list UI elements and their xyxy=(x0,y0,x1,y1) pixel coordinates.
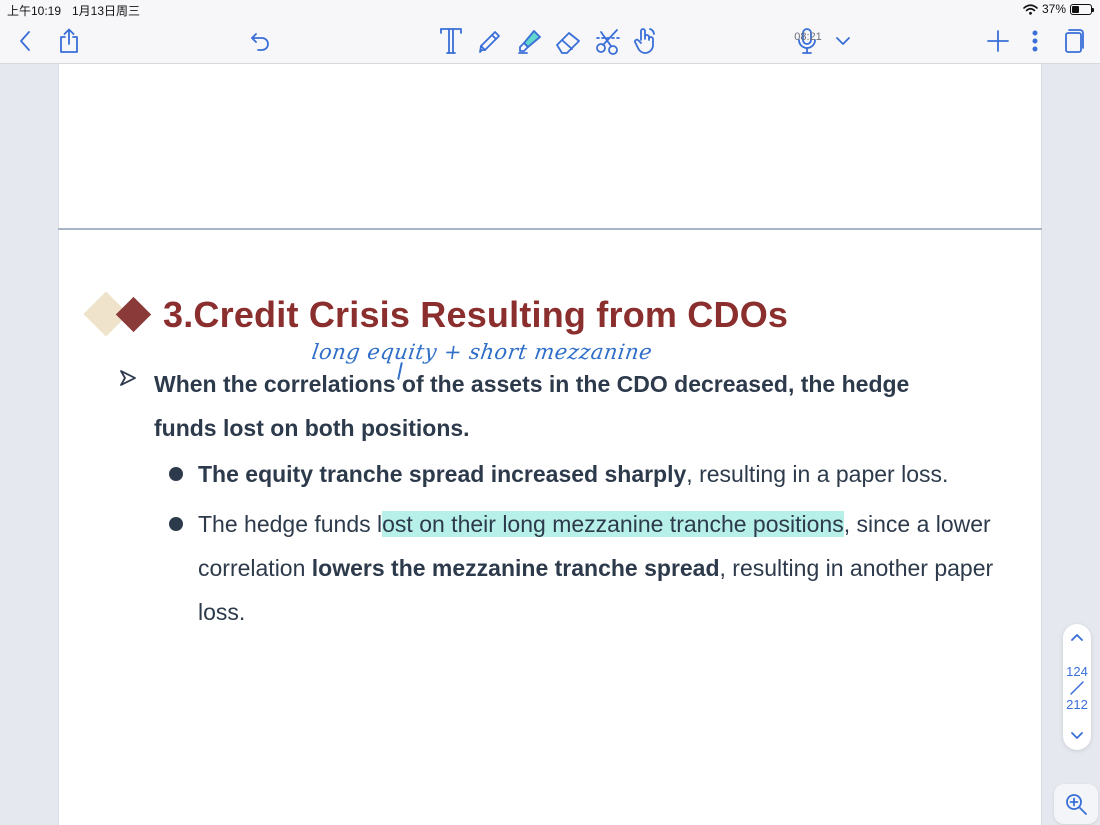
eraser-icon xyxy=(556,32,580,54)
share-icon xyxy=(60,28,78,53)
chevron-up-icon xyxy=(1071,634,1083,641)
text-tool-button[interactable] xyxy=(433,23,469,59)
highlighter-icon xyxy=(518,30,541,54)
total-pages-number: 212 xyxy=(1066,697,1088,712)
more-button[interactable] xyxy=(1017,23,1053,59)
main-bullet-text: When the correlations of the assets in t… xyxy=(154,371,910,441)
round-bullet-icon xyxy=(169,517,183,531)
sub-bullet-2-prefix: The hedge funds l xyxy=(198,511,383,537)
back-chevron-icon xyxy=(20,31,30,51)
battery-icon xyxy=(1070,3,1094,15)
lasso-tool-button[interactable] xyxy=(590,23,626,59)
toolbar: 08:21 xyxy=(0,18,1100,64)
current-page-number[interactable]: 124 xyxy=(1063,664,1091,679)
sub-bullet-1: The equity tranche spread increased shar… xyxy=(198,452,998,496)
text-tool-icon xyxy=(440,28,462,54)
arrow-bullet-icon xyxy=(120,370,136,386)
pen-tool-button[interactable] xyxy=(472,23,508,59)
page-view-icon xyxy=(1065,29,1084,53)
sub-bullet-1-rest: , resulting in a paper loss. xyxy=(686,461,949,487)
highlighted-text[interactable]: ost on their long mezzanine tranche posi… xyxy=(382,511,844,537)
pointer-tool-button[interactable] xyxy=(627,23,663,59)
back-button[interactable] xyxy=(8,23,44,59)
more-vertical-icon xyxy=(1032,30,1038,52)
chevron-down-icon xyxy=(1071,732,1083,739)
add-page-button[interactable] xyxy=(980,23,1016,59)
round-bullet-icon xyxy=(169,467,183,481)
sub-bullet-1-bold: The equity tranche spread increased shar… xyxy=(198,461,687,487)
highlighter-tool-button[interactable] xyxy=(512,23,548,59)
page-view-button[interactable] xyxy=(1056,23,1092,59)
battery-fill xyxy=(1072,5,1079,13)
battery-percent: 37% xyxy=(1041,2,1066,16)
sub-bullet-2: The hedge funds lost on their long mezza… xyxy=(198,502,998,634)
status-date: 1月13日周三 xyxy=(72,4,141,18)
wifi-icon xyxy=(1023,3,1038,15)
zoom-in-icon xyxy=(1066,794,1087,815)
eraser-tool-button[interactable] xyxy=(550,23,586,59)
status-time: 上午10:19 xyxy=(7,4,62,18)
share-button[interactable] xyxy=(51,23,87,59)
handwritten-annotation[interactable]: long equity + short mezzanine xyxy=(310,340,654,364)
previous-page[interactable] xyxy=(58,64,1042,228)
next-page-button[interactable] xyxy=(1069,728,1085,744)
recording-menu-button[interactable] xyxy=(825,23,861,59)
undo-icon xyxy=(251,33,269,51)
page-separator-icon xyxy=(1070,681,1084,695)
slide-title: 3.Credit Crisis Resulting from CDOs xyxy=(163,294,789,335)
status-right: 37% xyxy=(1023,2,1094,16)
status-bar: 上午10:19 1月13日周三 37% xyxy=(0,0,1100,18)
zoom-button[interactable] xyxy=(1054,784,1098,824)
chevron-down-icon xyxy=(836,37,850,45)
pen-icon xyxy=(479,31,500,53)
plus-icon xyxy=(987,30,1009,52)
lasso-scissors-icon xyxy=(596,29,620,55)
undo-button[interactable] xyxy=(242,23,278,59)
recording-time: 08:21 xyxy=(794,31,822,43)
sub-bullet-2-bold: lowers the mezzanine tranche spread xyxy=(311,555,720,581)
previous-page-button[interactable] xyxy=(1069,629,1085,645)
finger-pointer-icon xyxy=(634,28,655,54)
page-navigator: 124 212 xyxy=(1063,624,1091,750)
